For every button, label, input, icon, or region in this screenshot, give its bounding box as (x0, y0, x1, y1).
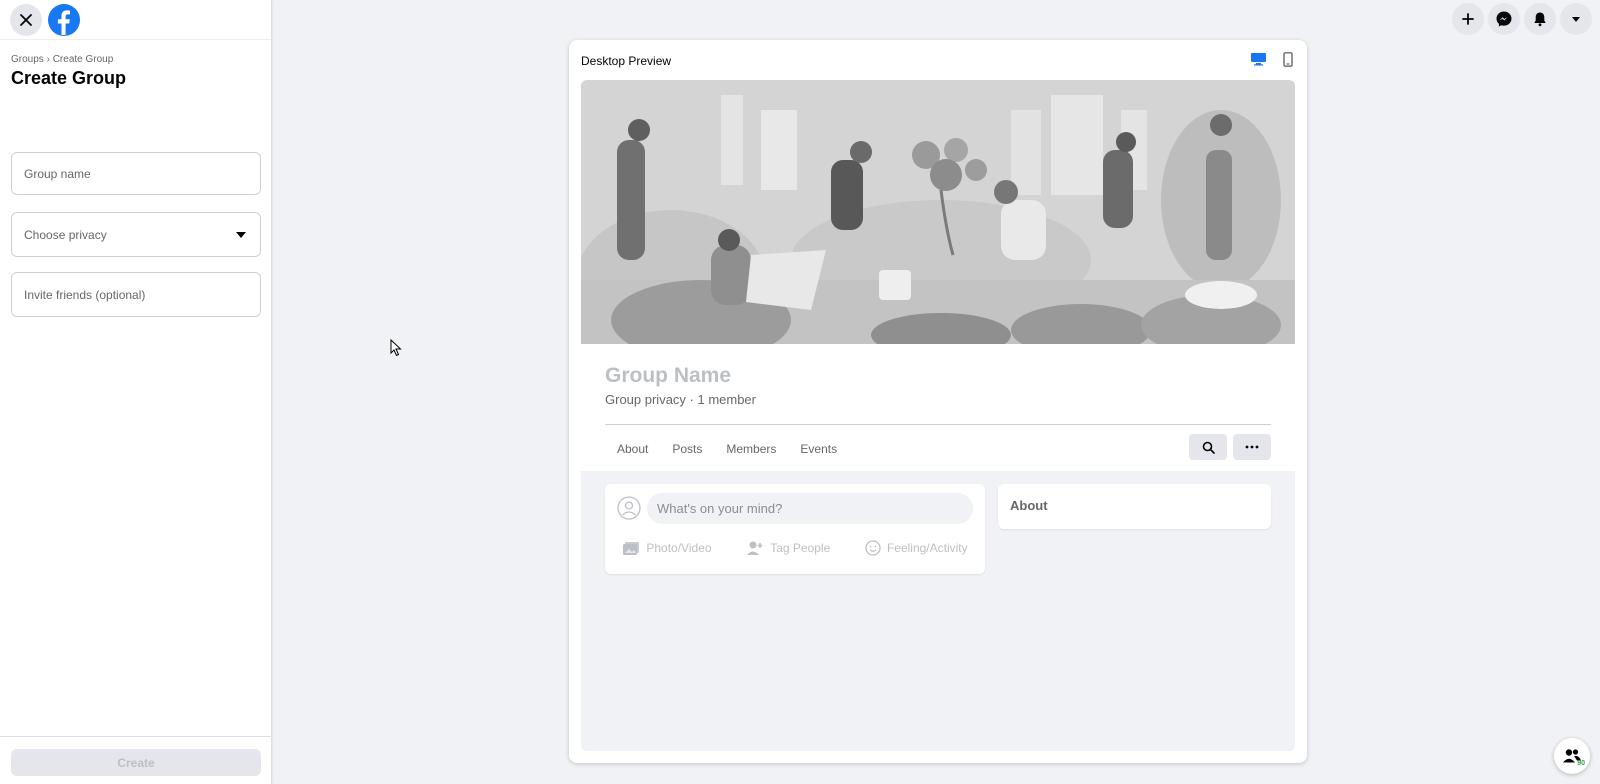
breadcrumb-current: Create Group (52, 54, 114, 65)
tab-about[interactable]: About (605, 442, 660, 456)
preview-title: Desktop Preview (581, 54, 672, 68)
page-title: Create Group (11, 68, 127, 88)
contacts-button[interactable]: 90 (1554, 738, 1590, 774)
caret-down-icon (1572, 17, 1580, 22)
facebook-f-icon (57, 9, 70, 35)
close-icon (20, 13, 32, 26)
group-name-input[interactable] (24, 166, 260, 181)
breadcrumb-groups-link[interactable]: Groups (11, 54, 44, 65)
more-icon (1245, 445, 1259, 449)
tab-events[interactable]: Events (788, 442, 849, 456)
preview-canvas: Group Name Group privacy · 1 member Abou… (581, 80, 1295, 751)
group-search-button[interactable] (1189, 434, 1227, 460)
messenger-icon (1496, 11, 1512, 27)
avatar-icon (617, 496, 641, 520)
mobile-view-button[interactable] (1279, 51, 1297, 67)
header-divider (605, 424, 1271, 425)
facebook-logo[interactable] (48, 3, 80, 36)
messenger-button[interactable] (1488, 3, 1520, 35)
group-name-field[interactable] (11, 152, 261, 195)
feeling-activity-action[interactable]: Feeling/Activity (865, 540, 968, 556)
desktop-view-button[interactable] (1249, 51, 1267, 67)
mobile-icon (1283, 51, 1293, 67)
create-menu-button[interactable] (1452, 3, 1484, 35)
sidebar-header (0, 0, 271, 40)
photo-video-action[interactable]: Photo/Video (622, 540, 712, 556)
group-header: Group Name Group privacy · 1 member Abou… (581, 344, 1295, 471)
breadcrumb: Groups › Create Group (11, 54, 113, 65)
invite-friends-input[interactable] (24, 287, 260, 302)
photo-icon (623, 541, 640, 555)
group-name-preview: Group Name (605, 364, 732, 387)
group-meta: Group privacy · 1 member (605, 392, 756, 407)
desktop-preview-card: Desktop Preview Group Name Group privacy… (569, 40, 1307, 763)
composer-actions: Photo/Video Tag People Feeling/Activity (605, 540, 985, 556)
sidebar-footer: Create (0, 736, 271, 784)
create-group-sidebar: Groups › Create Group Create Group Choos… (0, 0, 272, 784)
notifications-button[interactable] (1524, 3, 1556, 35)
contacts-count: 90 (1577, 760, 1585, 767)
breadcrumb-separator: › (46, 54, 50, 65)
gardening-people-illustration (581, 80, 1295, 344)
top-right-toolbar (1452, 3, 1592, 35)
feeling-activity-label: Feeling/Activity (886, 541, 968, 555)
smiley-icon (865, 540, 881, 556)
tab-members[interactable]: Members (714, 442, 788, 456)
caret-down-icon (236, 231, 246, 238)
composer-input[interactable]: What's on your mind? (647, 493, 973, 524)
account-menu-button[interactable] (1560, 3, 1592, 35)
close-button[interactable] (10, 3, 42, 36)
create-button[interactable]: Create (11, 749, 261, 776)
group-more-button[interactable] (1233, 434, 1271, 460)
post-composer: What's on your mind? Photo/Video Tag Peo… (605, 484, 985, 574)
about-heading: About (1010, 498, 1048, 513)
about-card: About (998, 484, 1271, 529)
plus-icon (1462, 13, 1474, 25)
tag-people-label: Tag People (770, 541, 831, 555)
search-icon (1202, 441, 1215, 454)
group-tab-actions (1189, 434, 1271, 460)
mouse-cursor-icon (390, 339, 402, 357)
photo-video-label: Photo/Video (646, 541, 712, 555)
invite-friends-field[interactable] (11, 272, 261, 317)
tab-posts[interactable]: Posts (660, 442, 714, 456)
bell-icon (1534, 12, 1546, 27)
group-tabs: About Posts Members Events (605, 442, 849, 456)
privacy-select[interactable]: Choose privacy (11, 212, 261, 257)
privacy-placeholder: Choose privacy (24, 227, 107, 242)
desktop-icon (1250, 53, 1266, 66)
tag-people-icon (747, 541, 763, 555)
tag-people-action[interactable]: Tag People (746, 540, 830, 556)
cover-illustration (581, 80, 1295, 344)
device-toggle (1249, 51, 1297, 67)
